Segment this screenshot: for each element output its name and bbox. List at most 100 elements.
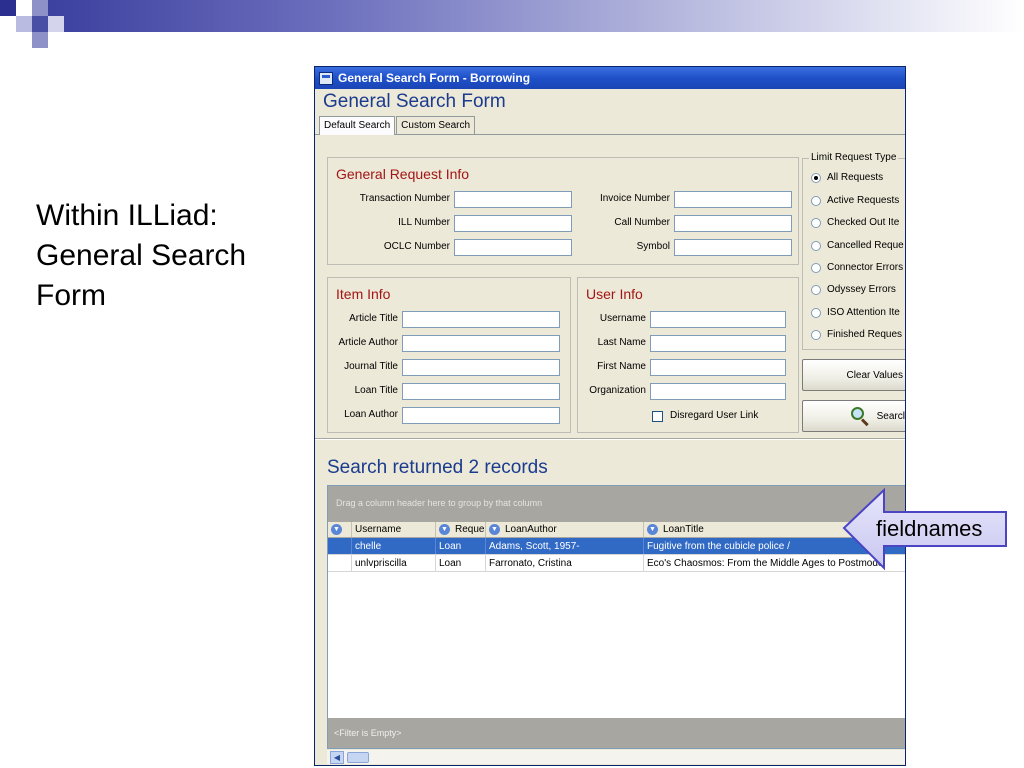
header-gradient-bar <box>40 0 1024 32</box>
radio-button[interactable] <box>811 195 821 206</box>
invoice-number-input[interactable] <box>674 191 792 208</box>
filter-status-bar[interactable]: <Filter is Empty> <box>328 718 905 748</box>
search-tabs: Default Search Custom Search <box>315 115 905 135</box>
table-row[interactable]: unlvpriscilla Loan Farronato, Cristina E… <box>328 555 905 572</box>
organization-label: Organization <box>589 385 646 396</box>
chevron-down-icon[interactable]: ▼ <box>439 524 450 535</box>
last-name-input[interactable] <box>650 335 786 352</box>
user-info-group: User Info Username Last Name First Name … <box>577 277 799 433</box>
radio-button[interactable] <box>811 329 821 340</box>
radio-label: ISO Attention Ite <box>827 307 900 318</box>
group-by-panel[interactable]: Drag a column header here to group by th… <box>328 486 905 522</box>
cell-loan-author: Adams, Scott, 1957- <box>486 538 644 554</box>
call-number-input[interactable] <box>674 215 792 232</box>
decor-square <box>16 0 32 16</box>
loan-title-input[interactable] <box>402 383 560 400</box>
slide-title-line: Form <box>36 279 106 312</box>
column-header-label: Username <box>355 524 402 535</box>
column-header-request-type[interactable]: ▼ Reque <box>436 522 486 537</box>
fieldnames-callout: fieldnames <box>842 488 1008 572</box>
callout-label: fieldnames <box>876 516 983 541</box>
section-divider <box>315 438 905 440</box>
username-label: Username <box>599 313 646 324</box>
radio-active-requests[interactable]: Active Requests <box>811 195 899 206</box>
cell-request-type: Loan <box>436 538 486 554</box>
slide-title-line: General Search <box>36 239 247 272</box>
radio-cancelled[interactable]: Cancelled Reque <box>811 240 904 251</box>
results-heading: Search returned 2 records <box>327 457 548 478</box>
radio-button[interactable] <box>811 240 821 251</box>
radio-button[interactable] <box>811 307 821 318</box>
column-header-label: LoanTitle <box>663 524 704 535</box>
radio-iso-attention[interactable]: ISO Attention Ite <box>811 307 900 318</box>
invoice-number-label: Invoice Number <box>599 193 670 204</box>
organization-input[interactable] <box>650 383 786 400</box>
radio-button[interactable] <box>811 262 821 273</box>
radio-all-requests[interactable]: All Requests <box>811 172 883 183</box>
magnifier-icon <box>850 407 871 427</box>
limit-request-type-group: Limit Request Type All Requests Active R… <box>802 152 905 350</box>
scroll-left-icon[interactable]: ◀ <box>330 750 344 764</box>
clear-values-button[interactable]: Clear Values <box>802 359 905 391</box>
column-header-username[interactable]: Username <box>352 522 436 537</box>
radio-label: Checked Out Ite <box>827 217 900 228</box>
article-title-input[interactable] <box>402 311 560 328</box>
radio-button[interactable] <box>811 172 821 183</box>
cell-request-type: Loan <box>436 555 486 571</box>
symbol-input[interactable] <box>674 239 792 256</box>
oclc-number-input[interactable] <box>454 239 572 256</box>
transaction-number-label: Transaction Number <box>359 193 450 204</box>
scroll-thumb[interactable] <box>347 751 369 763</box>
radio-label: Odyssey Errors <box>827 284 896 295</box>
disregard-user-link-checkbox[interactable] <box>652 411 663 422</box>
radio-checked-out[interactable]: Checked Out Ite <box>811 217 899 228</box>
oclc-number-label: OCLC Number <box>383 241 450 252</box>
radio-label: All Requests <box>827 172 884 183</box>
decor-square <box>32 16 48 32</box>
loan-author-input[interactable] <box>402 407 560 424</box>
tab-default-search[interactable]: Default Search <box>319 116 396 135</box>
general-request-group: General Request Info Transaction Number … <box>327 157 799 265</box>
search-form-window: General Search Form - Borrowing General … <box>314 66 906 766</box>
last-name-label: Last Name <box>597 337 646 348</box>
username-input[interactable] <box>650 311 786 328</box>
horizontal-scrollbar[interactable]: ◀ <box>327 750 905 764</box>
row-indicator <box>328 555 352 571</box>
window-title: General Search Form - Borrowing <box>338 71 531 85</box>
column-header-selector[interactable]: ▼ <box>328 522 352 537</box>
grid-header: ▼ Username ▼ Reque ▼ LoanAuthor ▼ LoanTi… <box>328 522 905 538</box>
radio-odyssey-errors[interactable]: Odyssey Errors <box>811 284 896 295</box>
window-titlebar[interactable]: General Search Form - Borrowing <box>315 67 905 89</box>
transaction-number-input[interactable] <box>454 191 572 208</box>
table-row[interactable]: chelle Loan Adams, Scott, 1957- Fugitive… <box>328 538 905 555</box>
slide-title-line: Within ILLiad: <box>36 199 218 232</box>
journal-title-input[interactable] <box>402 359 560 376</box>
symbol-label: Symbol <box>636 241 670 252</box>
article-author-label: Article Author <box>338 337 398 348</box>
chevron-down-icon[interactable]: ▼ <box>647 524 658 535</box>
radio-label: Active Requests <box>827 195 900 206</box>
cell-username: unlvpriscilla <box>352 555 436 571</box>
column-header-label: Reque <box>455 524 485 535</box>
chevron-down-icon[interactable]: ▼ <box>331 524 342 535</box>
first-name-label: First Name <box>597 361 646 372</box>
radio-finished-requests[interactable]: Finished Reques <box>811 329 902 340</box>
search-button[interactable]: Searcl <box>802 400 905 432</box>
search-button-label: Searcl <box>876 410 905 422</box>
radio-label: Connector Errors <box>827 262 904 273</box>
article-author-input[interactable] <box>402 335 560 352</box>
radio-button[interactable] <box>811 284 821 295</box>
chevron-down-icon[interactable]: ▼ <box>489 524 500 535</box>
column-header-label: LoanAuthor <box>505 524 557 535</box>
ill-number-input[interactable] <box>454 215 572 232</box>
first-name-input[interactable] <box>650 359 786 376</box>
decor-square <box>16 16 32 32</box>
radio-label: Finished Reques <box>827 329 903 340</box>
tab-custom-search[interactable]: Custom Search <box>396 116 476 134</box>
column-header-loan-author[interactable]: ▼ LoanAuthor <box>486 522 644 537</box>
radio-connector-errors[interactable]: Connector Errors <box>811 262 903 273</box>
decor-square <box>0 0 16 16</box>
radio-button[interactable] <box>811 217 821 228</box>
loan-title-label: Loan Title <box>354 385 398 396</box>
slide: Within ILLiad: General Search Form Gener… <box>0 0 1024 768</box>
